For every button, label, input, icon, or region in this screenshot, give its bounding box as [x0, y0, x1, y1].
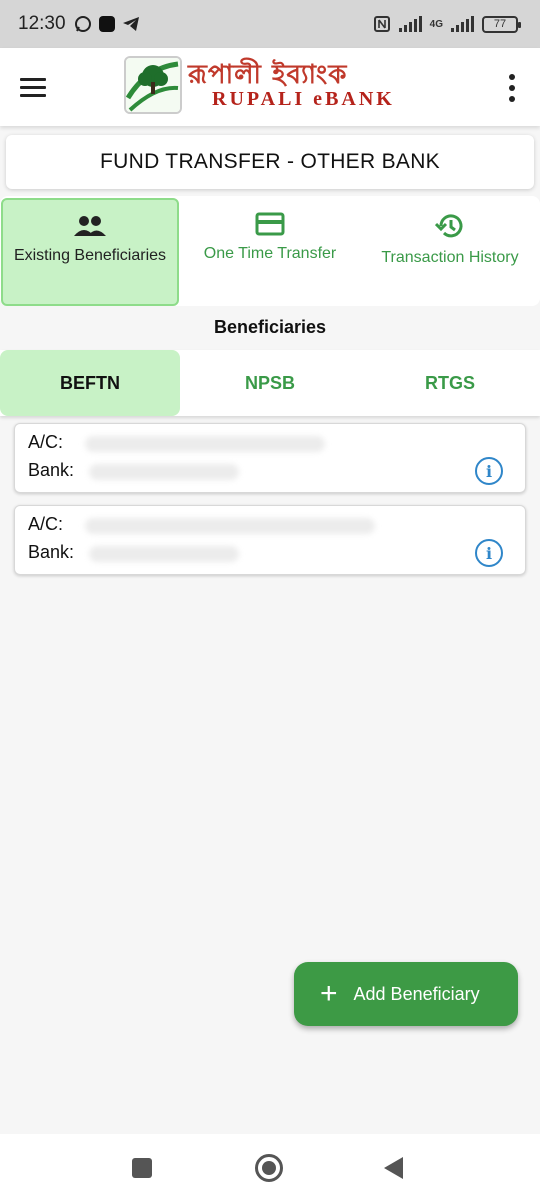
- section-title: Beneficiaries: [213, 317, 327, 337]
- history-icon: [435, 214, 463, 238]
- tab-label: Existing Beneficiaries: [13, 247, 167, 264]
- app-icon: [98, 16, 115, 32]
- bank-logo: [124, 56, 182, 114]
- signal-4g-icon: [451, 16, 474, 32]
- bank-label: Bank:: [28, 542, 75, 562]
- nfc-icon: [373, 16, 390, 32]
- tab-label: One Time Transfer: [203, 245, 337, 262]
- more-vert-icon[interactable]: [508, 74, 516, 102]
- back-icon[interactable]: [384, 1157, 403, 1179]
- account-label: A/C:: [28, 514, 64, 534]
- people-icon: [74, 216, 106, 236]
- add-beneficiary-label: Add Beneficiary: [353, 983, 480, 1004]
- tab-label: Transaction History: [381, 249, 519, 266]
- whatsapp-icon: [74, 16, 91, 32]
- page-title: FUND TRANSFER - OTHER BANK: [6, 135, 534, 189]
- signal-icon: [398, 16, 422, 32]
- plus-icon: +: [320, 977, 338, 1010]
- tab-rtgs[interactable]: RTGS: [360, 350, 540, 416]
- info-icon[interactable]: i: [475, 539, 503, 567]
- notification-icons: [74, 15, 140, 33]
- tab-beftn[interactable]: BEFTN: [0, 350, 180, 416]
- recents-icon[interactable]: [132, 1158, 152, 1178]
- system-navigation-bar: [0, 1134, 540, 1200]
- transfer-mode-tabs: Existing Beneficiaries One Time Transfer…: [0, 196, 540, 306]
- account-label: A/C:: [28, 432, 64, 452]
- card-icon: [255, 212, 285, 236]
- tab-existing-beneficiaries[interactable]: Existing Beneficiaries: [1, 198, 179, 306]
- tab-one-time-transfer[interactable]: One Time Transfer: [181, 198, 359, 306]
- status-bar: 12:30 4G 77: [0, 0, 540, 48]
- info-icon[interactable]: i: [475, 457, 503, 485]
- system-status: 4G 77: [373, 0, 521, 48]
- tree-logo-icon: [126, 58, 180, 112]
- masked-bank-name: [89, 464, 239, 480]
- beneficiary-card[interactable]: A/C: Bank: i: [14, 505, 526, 575]
- app-bar: রূপালী ইব্যাংক RUPALI eBANK: [0, 48, 540, 126]
- battery-icon: 77: [482, 15, 521, 33]
- bank-label: Bank:: [28, 460, 75, 480]
- beneficiary-card[interactable]: A/C: Bank: i: [14, 423, 526, 493]
- telegram-icon: [122, 17, 139, 31]
- network-type: 4G: [429, 18, 443, 30]
- home-icon[interactable]: [255, 1154, 283, 1182]
- battery-level: 77: [493, 18, 507, 30]
- masked-account-number: [85, 518, 375, 534]
- tab-transaction-history[interactable]: Transaction History: [361, 198, 539, 306]
- brand-name-english: RUPALI eBANK: [212, 88, 395, 110]
- masked-bank-name: [89, 546, 239, 562]
- add-beneficiary-button[interactable]: + Add Beneficiary: [294, 962, 518, 1026]
- tab-npsb[interactable]: NPSB: [180, 350, 360, 416]
- masked-account-number: [85, 436, 325, 452]
- status-time: 12:30: [18, 13, 66, 34]
- hamburger-menu-icon[interactable]: [20, 71, 56, 103]
- beneficiary-type-tabs: BEFTN NPSB RTGS: [0, 350, 540, 416]
